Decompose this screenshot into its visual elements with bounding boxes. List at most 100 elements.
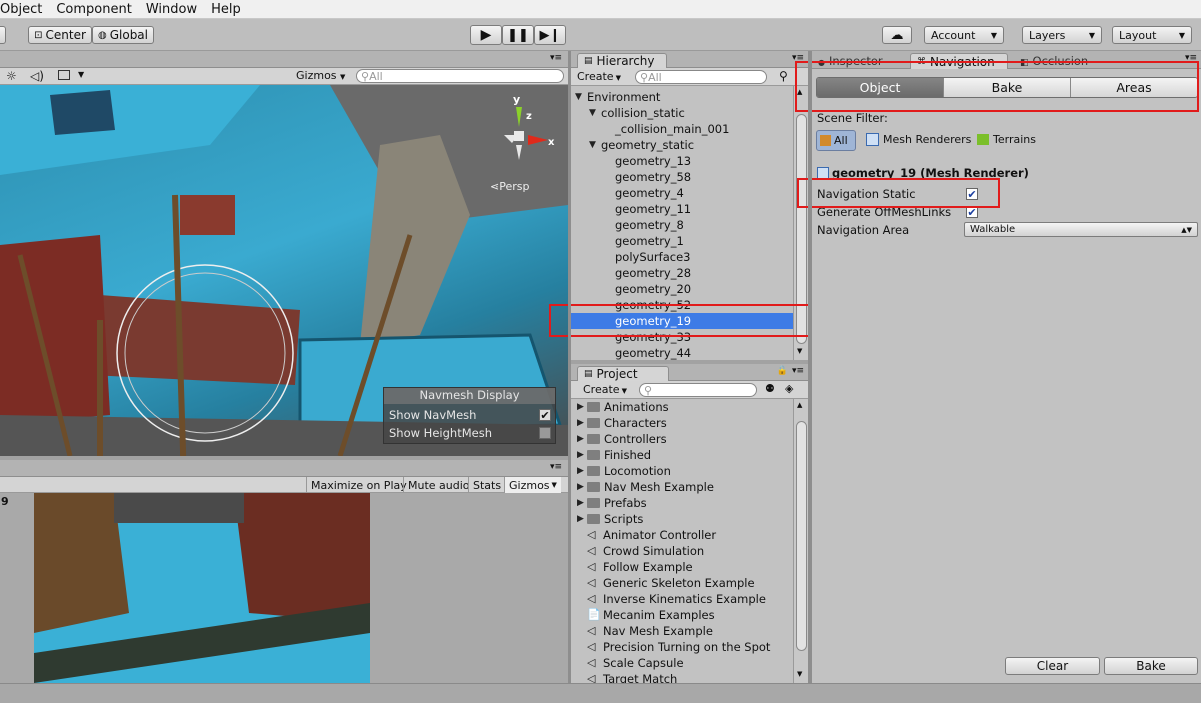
- filter-all-button[interactable]: All: [816, 130, 856, 151]
- transform-tool-button[interactable]: [0, 26, 6, 44]
- filter-type-icon[interactable]: ⚉: [765, 382, 775, 395]
- hierarchy-item[interactable]: geometry_28: [571, 265, 793, 281]
- hierarchy-item[interactable]: geometry_8: [571, 217, 793, 233]
- hierarchy-item[interactable]: geometry_11: [571, 201, 793, 217]
- panel-menu-icon[interactable]: ▾≡: [550, 53, 562, 63]
- hierarchy-item[interactable]: geometry_1: [571, 233, 793, 249]
- tab-hierarchy[interactable]: ▤ Hierarchy: [577, 53, 667, 68]
- project-item[interactable]: ◁ Precision Turning on the Spot: [571, 639, 770, 655]
- layers-dropdown[interactable]: Layers ▼: [1022, 26, 1102, 44]
- expand-arrow-icon[interactable]: ▶: [577, 434, 587, 444]
- menu-window[interactable]: Window: [146, 2, 197, 17]
- projection-label[interactable]: ⋖Persp: [490, 180, 529, 193]
- project-item[interactable]: ▶ Characters: [571, 415, 667, 431]
- expand-arrow-icon[interactable]: ▶: [577, 418, 587, 428]
- project-item[interactable]: ◁ Inverse Kinematics Example: [571, 591, 766, 607]
- dropdown-arrow-icon: ▼: [1178, 30, 1185, 40]
- panel-splitter[interactable]: [808, 51, 812, 683]
- project-item[interactable]: ▶ Animations: [571, 399, 669, 415]
- project-item[interactable]: ◁ Nav Mesh Example: [571, 623, 713, 639]
- expand-arrow-icon[interactable]: ▶: [577, 514, 587, 524]
- panel-menu-icon[interactable]: ▾≡: [792, 366, 804, 376]
- scene-gizmos-dropdown[interactable]: Gizmos ▼: [296, 69, 345, 82]
- hierarchy-item[interactable]: polySurface3: [571, 249, 793, 265]
- scroll-up-icon[interactable]: ▲: [797, 401, 802, 409]
- layout-dropdown[interactable]: Layout ▼: [1112, 26, 1192, 44]
- project-item[interactable]: ◁ Target Match: [571, 671, 677, 683]
- step-button[interactable]: ▶❙: [534, 25, 566, 45]
- project-item[interactable]: ◁ Crowd Simulation: [571, 543, 704, 559]
- audio-icon[interactable]: ◁): [30, 69, 44, 83]
- project-item[interactable]: ◁ Scale Capsule: [571, 655, 684, 671]
- expand-arrow-icon[interactable]: ▼: [589, 140, 601, 150]
- hierarchy-item[interactable]: geometry_13: [571, 153, 793, 169]
- space-global-button[interactable]: ◍ Global: [92, 26, 154, 44]
- dropdown-arrow-icon[interactable]: ▼: [78, 70, 84, 79]
- show-heightmesh-checkbox[interactable]: [539, 427, 551, 439]
- hierarchy-create-dropdown[interactable]: Create ▼: [577, 70, 621, 83]
- hierarchy-item[interactable]: geometry_44: [571, 345, 793, 360]
- account-dropdown[interactable]: Account ▼: [924, 26, 1004, 44]
- panel-splitter[interactable]: [568, 51, 571, 683]
- clear-button[interactable]: Clear: [1005, 657, 1100, 675]
- orientation-gizmo[interactable]: y z x: [490, 93, 554, 171]
- project-scroll-thumb[interactable]: [796, 421, 807, 651]
- play-button[interactable]: ▶: [470, 25, 502, 45]
- filter-terrains-button[interactable]: Terrains: [977, 133, 1036, 146]
- hierarchy-search-input[interactable]: ⚲ All: [635, 70, 767, 84]
- scroll-down-icon[interactable]: ▼: [797, 670, 802, 678]
- maximize-on-play-toggle[interactable]: Maximize on Play: [306, 477, 411, 493]
- expand-arrow-icon[interactable]: ▼: [589, 108, 601, 118]
- project-create-dropdown[interactable]: Create ▼: [583, 383, 627, 396]
- hierarchy-item[interactable]: geometry_58: [571, 169, 793, 185]
- project-scrollbar[interactable]: ▲ ▼: [793, 399, 808, 683]
- hierarchy-item[interactable]: geometry_20: [571, 281, 793, 297]
- cloud-button[interactable]: ☁: [882, 26, 912, 44]
- hierarchy-item[interactable]: geometry_4: [571, 185, 793, 201]
- stats-toggle[interactable]: Stats: [468, 477, 505, 493]
- project-item[interactable]: ▶ Controllers: [571, 431, 667, 447]
- project-item[interactable]: ▶ Nav Mesh Example: [571, 479, 714, 495]
- project-item[interactable]: ▶ Locomotion: [571, 463, 671, 479]
- menu-object[interactable]: Object: [0, 2, 42, 17]
- tab-project[interactable]: ▤ Project: [577, 366, 669, 381]
- project-item[interactable]: 📄 Mecanim Examples: [571, 607, 715, 623]
- lighting-icon[interactable]: ☼: [6, 69, 17, 83]
- bake-button[interactable]: Bake: [1104, 657, 1198, 675]
- scene-viewport[interactable]: y z x ⋖Persp Navmesh Display Show NavMes…: [0, 85, 568, 456]
- project-item[interactable]: ▶ Prefabs: [571, 495, 647, 511]
- pause-button[interactable]: ❚❚: [502, 25, 534, 45]
- expand-arrow-icon[interactable]: ▶: [577, 450, 587, 460]
- expand-arrow-icon[interactable]: ▶: [577, 402, 587, 412]
- filter-label-icon[interactable]: ◈: [785, 382, 793, 395]
- lock-icon[interactable]: 🔒: [777, 366, 788, 376]
- project-item[interactable]: ◁ Animator Controller: [571, 527, 716, 543]
- project-item[interactable]: ▶ Scripts: [571, 511, 643, 527]
- game-gizmos-toggle[interactable]: Gizmos ▼: [504, 477, 561, 493]
- expand-arrow-icon[interactable]: ▼: [575, 92, 587, 102]
- filter-mesh-renderers-button[interactable]: Mesh Renderers: [866, 133, 971, 146]
- show-navmesh-checkbox[interactable]: ✔: [539, 409, 551, 421]
- scene-filter-icon[interactable]: ⚲: [779, 69, 788, 83]
- pivot-center-button[interactable]: ⊡ Center: [28, 26, 92, 44]
- expand-arrow-icon[interactable]: ▶: [577, 482, 587, 492]
- scene-search-input[interactable]: ⚲ All: [356, 69, 564, 83]
- menu-help[interactable]: Help: [211, 2, 241, 17]
- project-item[interactable]: ◁ Follow Example: [571, 559, 693, 575]
- hierarchy-item[interactable]: ▼ geometry_static: [571, 137, 793, 153]
- menu-component[interactable]: Component: [56, 2, 131, 17]
- game-viewport[interactable]: 9: [0, 493, 568, 683]
- hierarchy-item[interactable]: ▼ collision_static: [571, 105, 793, 121]
- image-effects-icon[interactable]: [58, 70, 70, 80]
- navigation-area-dropdown[interactable]: Walkable ▲▼: [964, 222, 1198, 237]
- project-item[interactable]: ◁ Generic Skeleton Example: [571, 575, 755, 591]
- scroll-down-icon[interactable]: ▼: [797, 347, 802, 355]
- project-item[interactable]: ▶ Finished: [571, 447, 651, 463]
- hierarchy-item[interactable]: _collision_main_001: [571, 121, 793, 137]
- panel-menu-icon[interactable]: ▾≡: [550, 462, 562, 472]
- hierarchy-item[interactable]: ▼ Environment: [571, 89, 793, 105]
- expand-arrow-icon[interactable]: ▶: [577, 466, 587, 476]
- project-search-input[interactable]: ⚲: [639, 383, 757, 397]
- expand-arrow-icon[interactable]: ▶: [577, 498, 587, 508]
- mute-audio-toggle[interactable]: Mute audio: [403, 477, 474, 493]
